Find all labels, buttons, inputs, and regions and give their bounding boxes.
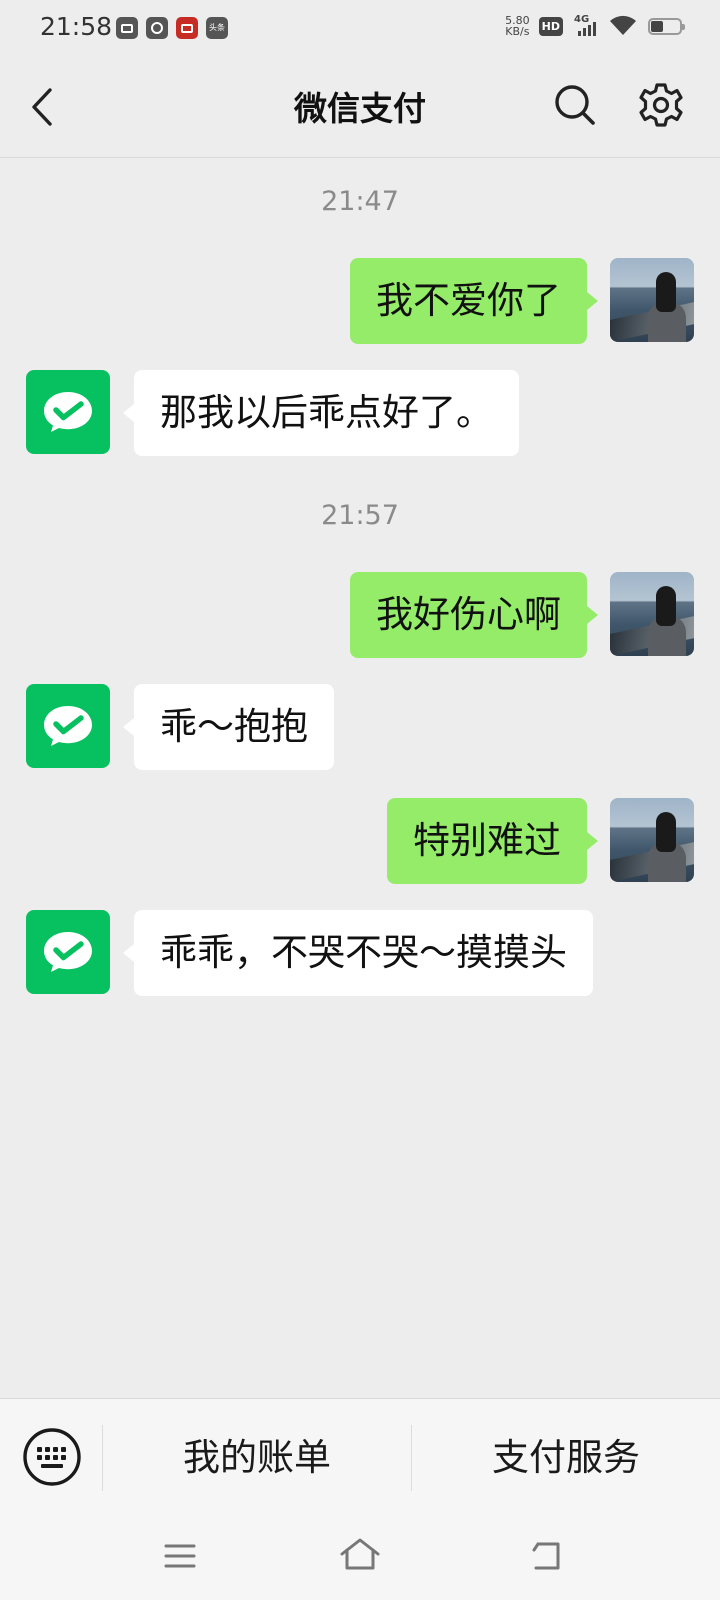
message-row-incoming: 那我以后乖点好了。 [0, 370, 720, 456]
status-time: 21:58 [40, 12, 113, 41]
user-avatar[interactable] [610, 572, 694, 656]
message-row-incoming: 乖乖，不哭不哭～摸摸头 [0, 910, 720, 996]
keyboard-icon [23, 1428, 81, 1486]
page-title: 微信支付 [294, 89, 426, 128]
battery-icon [648, 17, 685, 35]
toutiao-app-icon: 头条 [206, 17, 228, 39]
incoming-message-bubble[interactable]: 乖乖，不哭不哭～摸摸头 [123, 910, 593, 996]
recent-apps-button[interactable] [158, 1536, 202, 1576]
menu-item-payment-services[interactable]: 支付服务 [412, 1399, 720, 1517]
outgoing-message-bubble[interactable]: 我不爱你了 [350, 258, 598, 344]
screenshot-app-icon [116, 17, 138, 39]
wechat-pay-avatar[interactable] [26, 684, 110, 768]
message-row-incoming: 乖～抱抱 [0, 684, 720, 770]
home-button[interactable] [338, 1536, 382, 1576]
gear-icon [639, 83, 683, 127]
chat-header: 微信支付 [0, 56, 720, 158]
message-timestamp: 21:57 [321, 500, 399, 531]
settings-button[interactable] [638, 82, 684, 128]
message-row-outgoing: 我不爱你了 [0, 258, 720, 344]
message-timestamp: 21:47 [321, 186, 399, 217]
outgoing-message-bubble[interactable]: 特别难过 [387, 798, 598, 884]
wifi-icon [610, 15, 636, 35]
return-icon [532, 1542, 560, 1570]
message-row-outgoing: 我好伤心啊 [0, 572, 720, 658]
wechat-pay-avatar[interactable] [26, 370, 110, 454]
home-icon [340, 1538, 380, 1570]
signal-icon: 4G [572, 14, 600, 38]
menu-item-my-bills[interactable]: 我的账单 [103, 1399, 411, 1517]
search-button[interactable] [552, 82, 598, 128]
status-bar: 21:58 头条 5.80 KB/s HD 4G [0, 0, 720, 56]
incoming-message-bubble[interactable]: 那我以后乖点好了。 [123, 370, 519, 456]
network-speed-unit: KB/s [505, 25, 530, 38]
system-navigation-bar [0, 1516, 720, 1600]
user-avatar[interactable] [610, 258, 694, 342]
wechat-pay-logo-icon [44, 392, 92, 432]
wechat-pay-logo-icon [44, 932, 92, 972]
notification-icons: 头条 [116, 17, 228, 39]
outgoing-message-bubble[interactable]: 我好伤心啊 [350, 572, 598, 658]
red-app-icon [176, 17, 198, 39]
network-speed: 5.80 KB/s [505, 15, 530, 37]
wechat-pay-logo-icon [44, 706, 92, 746]
speedometer-app-icon [146, 17, 168, 39]
menu-icon [164, 1544, 196, 1568]
chat-area[interactable]: 21:47 我不爱你了 那我以后乖点好了。 21:57 我好伤心啊 乖～抱抱 特… [0, 158, 720, 1398]
back-system-button[interactable] [528, 1536, 572, 1576]
search-icon [555, 85, 595, 125]
status-indicators: 5.80 KB/s HD 4G [505, 14, 685, 38]
service-menu-bar: 我的账单 支付服务 [0, 1398, 720, 1516]
message-row-outgoing: 特别难过 [0, 798, 720, 884]
keyboard-toggle-button[interactable] [22, 1427, 82, 1487]
hd-badge: HD [538, 16, 563, 36]
user-avatar[interactable] [610, 798, 694, 882]
incoming-message-bubble[interactable]: 乖～抱抱 [123, 684, 334, 770]
wechat-pay-avatar[interactable] [26, 910, 110, 994]
